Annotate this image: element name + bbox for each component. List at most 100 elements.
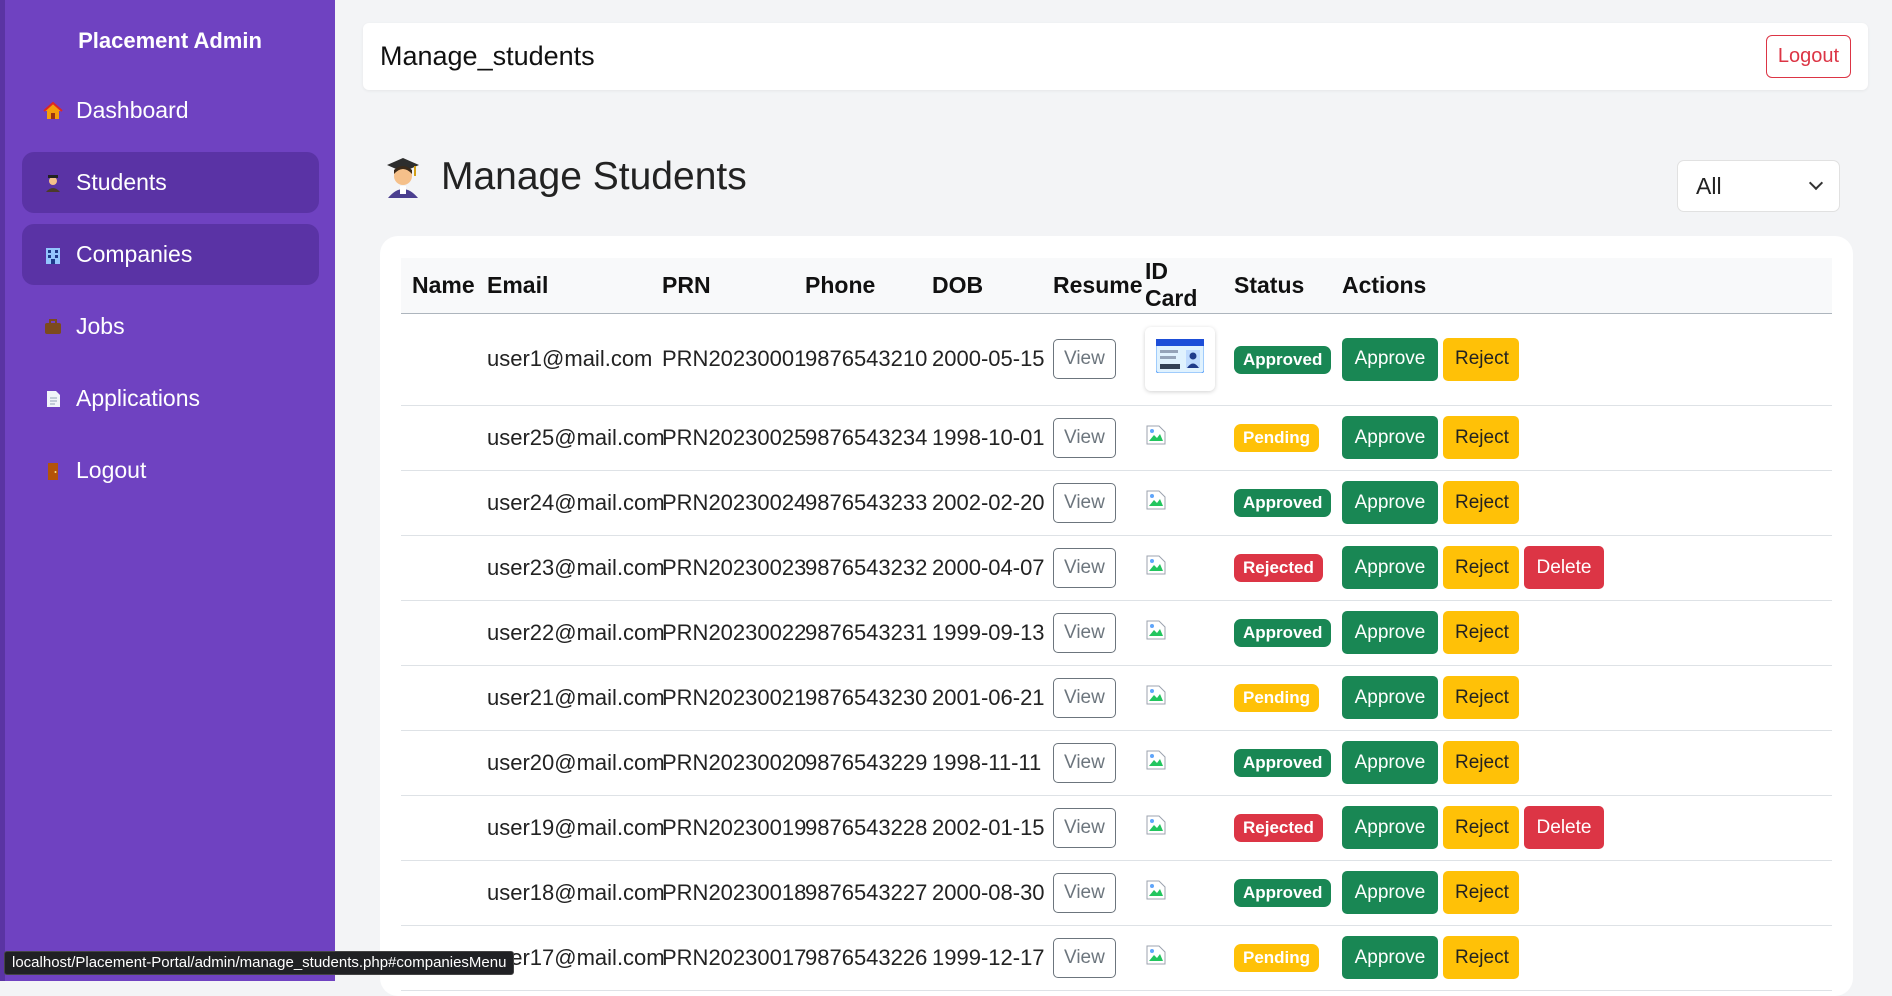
broken-image-icon[interactable]	[1145, 619, 1167, 641]
sidebar-item-students[interactable]: Students	[22, 152, 319, 213]
cell-prn: PRN20230021	[651, 665, 806, 731]
column-header: Name	[401, 258, 476, 314]
cell-dob: 2000-08-30	[921, 860, 1045, 926]
cell-resume: View	[1042, 860, 1134, 926]
approve-button[interactable]: Approve	[1342, 337, 1438, 381]
reject-button[interactable]: Reject	[1443, 611, 1519, 654]
cell-dob: 1998-11-11	[921, 730, 1042, 796]
status-badge: Pending	[1234, 684, 1320, 712]
cell-prn: PRN20230022	[651, 600, 806, 666]
column-header: ID Card	[1134, 258, 1223, 314]
cell-actions: Approve Reject	[1331, 600, 1832, 666]
view-resume-button[interactable]: View	[1053, 807, 1116, 848]
cell-prn: PRN20230020	[651, 730, 806, 796]
cell-email: user22@mail.com	[476, 600, 665, 666]
cell-dob: 2002-01-15	[921, 795, 1045, 861]
view-resume-button[interactable]: View	[1053, 482, 1116, 523]
view-resume-button[interactable]: View	[1053, 417, 1116, 458]
cell-dob: 2000-04-07	[921, 535, 1045, 601]
view-resume-button[interactable]: View	[1053, 677, 1116, 718]
approve-button[interactable]: Approve	[1342, 871, 1438, 914]
broken-image-icon[interactable]	[1145, 944, 1167, 966]
broken-image-icon[interactable]	[1145, 749, 1167, 771]
students-card: Name Email PRN Phone DOB Resume ID Card …	[380, 236, 1853, 996]
approve-button[interactable]: Approve	[1342, 806, 1438, 849]
cell-name	[401, 405, 476, 471]
view-resume-button[interactable]: View	[1053, 937, 1116, 978]
view-resume-button[interactable]: View	[1053, 339, 1116, 379]
reject-button[interactable]: Reject	[1443, 337, 1519, 381]
broken-image-icon[interactable]	[1145, 554, 1167, 576]
table-header-row: Name Email PRN Phone DOB Resume ID Card …	[401, 258, 1832, 314]
broken-image-icon[interactable]	[1145, 814, 1167, 836]
broken-image-icon[interactable]	[1145, 489, 1167, 511]
cell-prn: PRN20230023	[651, 535, 806, 601]
table-row: user24@mail.com PRN20230024 9876543233 2002…	[401, 470, 1832, 536]
cell-name	[401, 665, 476, 731]
sidebar-item-label: Students	[76, 169, 167, 195]
reject-button[interactable]: Reject	[1443, 741, 1519, 784]
sidebar-item-label: Companies	[76, 241, 193, 267]
cell-email: user23@mail.com	[476, 535, 665, 601]
delete-button[interactable]: Delete	[1524, 546, 1604, 589]
view-resume-button[interactable]: View	[1053, 612, 1116, 653]
approve-button[interactable]: Approve	[1342, 481, 1438, 524]
sidebar-item-label: Logout	[76, 457, 147, 483]
student-icon	[42, 172, 64, 194]
sidebar-item-dashboard[interactable]: Dashboard	[22, 80, 319, 141]
cell-status: Rejected	[1223, 535, 1331, 601]
cell-dob: 2000-05-15	[921, 313, 1045, 406]
approve-button[interactable]: Approve	[1342, 676, 1438, 719]
cell-name	[401, 600, 476, 666]
view-resume-button[interactable]: View	[1053, 872, 1116, 913]
view-resume-button[interactable]: View	[1053, 547, 1116, 588]
logout-button[interactable]: Logout	[1765, 35, 1851, 78]
status-badge: Approved	[1234, 489, 1332, 517]
approve-button[interactable]: Approve	[1342, 936, 1438, 979]
cell-prn: PRN20230024	[651, 470, 806, 536]
reject-button[interactable]: Reject	[1443, 676, 1519, 719]
reject-button[interactable]: Reject	[1443, 936, 1519, 979]
approve-button[interactable]: Approve	[1342, 611, 1438, 654]
reject-button[interactable]: Reject	[1443, 871, 1519, 914]
reject-button[interactable]: Reject	[1443, 546, 1519, 589]
reject-button[interactable]: Reject	[1443, 806, 1519, 849]
cell-id-card	[1134, 665, 1223, 731]
sidebar-item-companies[interactable]: Companies	[22, 224, 319, 285]
broken-image-icon[interactable]	[1145, 879, 1167, 901]
approve-button[interactable]: Approve	[1342, 741, 1438, 784]
cell-resume: View	[1042, 405, 1134, 471]
table-row: user25@mail.com PRN20230025 9876543234 1998…	[401, 405, 1832, 471]
sidebar: Placement Admin Dashboard Students Compa…	[0, 0, 335, 981]
broken-image-icon[interactable]	[1145, 684, 1167, 706]
cell-id-card	[1134, 535, 1223, 601]
cell-prn: PRN20230018	[651, 860, 806, 926]
view-resume-button[interactable]: View	[1053, 742, 1116, 783]
delete-button[interactable]: Delete	[1524, 806, 1604, 849]
sidebar-item-jobs[interactable]: Jobs	[22, 296, 319, 357]
filter-value: All	[1696, 172, 1722, 199]
top-bar: Manage_students Logout	[363, 23, 1868, 90]
cell-id-card	[1134, 730, 1223, 796]
cell-actions: Approve Reject Delete	[1331, 795, 1832, 861]
sidebar-item-logout[interactable]: Logout	[22, 440, 319, 501]
cell-status: Approved	[1223, 730, 1332, 796]
id-card-thumbnail[interactable]	[1145, 327, 1215, 391]
cell-name	[401, 730, 476, 796]
cell-actions: Approve Reject	[1331, 730, 1832, 796]
id-card-icon	[1155, 338, 1205, 379]
reject-button[interactable]: Reject	[1443, 481, 1519, 524]
approve-button[interactable]: Approve	[1342, 546, 1438, 589]
reject-button[interactable]: Reject	[1443, 416, 1519, 459]
sidebar-item-applications[interactable]: Applications	[22, 368, 319, 429]
cell-actions: Approve Reject	[1331, 665, 1832, 731]
cell-actions: Approve Reject	[1331, 313, 1832, 406]
page-title: Manage Students	[441, 155, 747, 198]
column-header: DOB	[921, 258, 1042, 314]
status-badge: Rejected	[1234, 814, 1323, 842]
status-filter-select[interactable]: All	[1677, 160, 1840, 212]
cell-id-card	[1134, 925, 1223, 991]
approve-button[interactable]: Approve	[1342, 416, 1438, 459]
cell-email: user20@mail.com	[476, 730, 665, 796]
broken-image-icon[interactable]	[1145, 424, 1167, 446]
